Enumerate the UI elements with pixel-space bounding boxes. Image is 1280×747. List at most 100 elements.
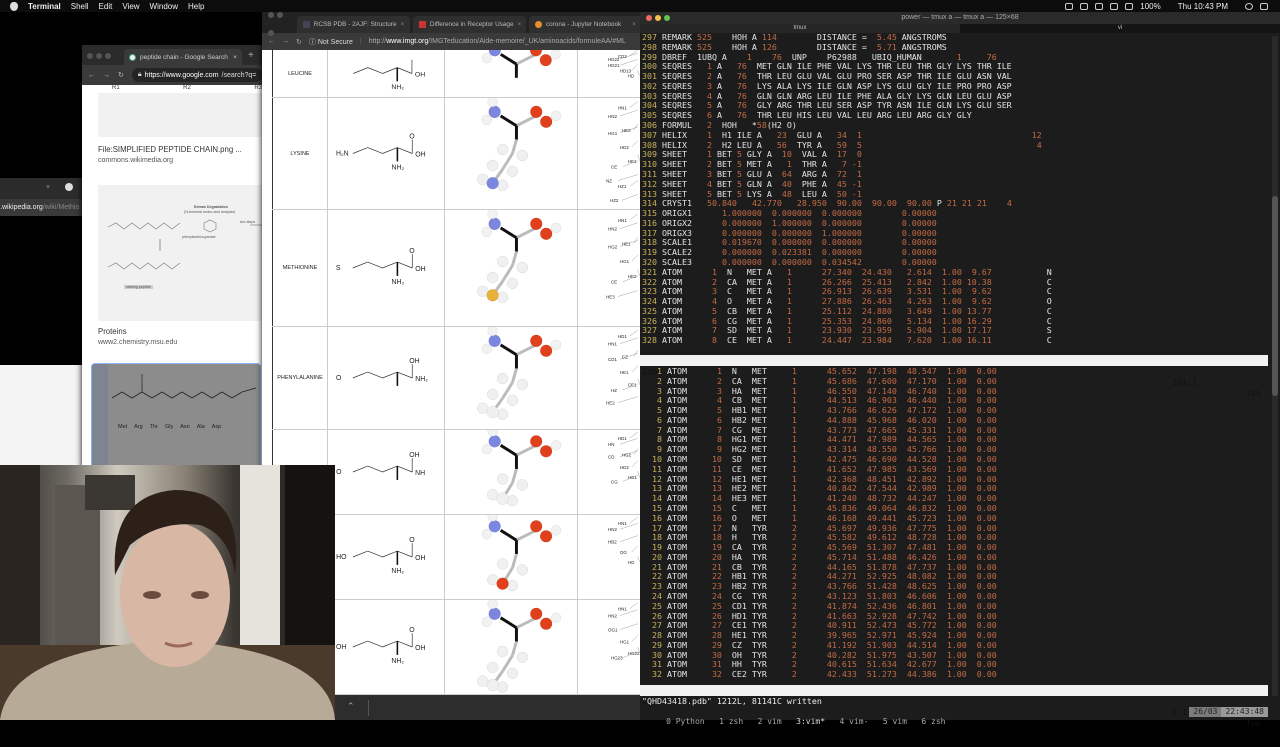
atom-label: CG xyxy=(611,479,618,484)
result-image-edman-degradation[interactable]: Edman Degradation (N-terminal amino acid… xyxy=(98,185,268,321)
tmux-window-5[interactable]: 5 vim xyxy=(878,717,917,726)
close-tab-icon[interactable]: × xyxy=(233,54,237,61)
menu-window[interactable]: Window xyxy=(150,2,178,11)
line-number: 314 xyxy=(642,198,657,209)
security-indicator[interactable]: ⓘ Not Secure xyxy=(309,37,353,47)
amino-acid-name: LYSINE xyxy=(272,98,328,209)
status-icon[interactable] xyxy=(1065,2,1074,10)
display-icon[interactable] xyxy=(1080,2,1089,10)
line-number: 325 xyxy=(642,305,657,316)
atom-label: O xyxy=(336,375,342,382)
line-number: 24 xyxy=(642,590,662,601)
close-tab-icon[interactable]: × xyxy=(46,184,50,191)
webcam-person-image xyxy=(0,465,335,720)
vim-message: "QHD43418.pdb" 1212L, 81141C written xyxy=(642,696,822,706)
atom-ball xyxy=(496,255,509,268)
tab-tmux[interactable]: tmux xyxy=(640,24,960,33)
result-image-peptide-sequence[interactable]: Met Arg Thr Gly Asn Ala Asp xyxy=(91,363,261,470)
atom-ball xyxy=(516,378,529,391)
menu-help[interactable]: Help xyxy=(188,2,204,11)
reload-icon[interactable]: ↻ xyxy=(118,71,124,79)
result-title[interactable]: Proteins xyxy=(98,327,268,336)
atom-label: CE1 xyxy=(628,383,637,388)
close-tab-icon[interactable]: × xyxy=(632,21,636,28)
atom-label: OH xyxy=(415,555,425,562)
tab-favicon[interactable] xyxy=(65,183,73,191)
menu-bar: Terminal Shell Edit View Window Help 100… xyxy=(0,0,1280,12)
zoom-window-icon[interactable] xyxy=(664,15,670,21)
code-line[interactable]: 32 ATOM 32 CE2 TYR 2 42.433 51.273 44.38… xyxy=(642,669,1270,680)
close-window-icon[interactable] xyxy=(646,15,652,21)
menu-view[interactable]: View xyxy=(122,2,139,11)
code-line[interactable]: 328 ATOM 8 CE MET A 1 24.447 23.984 7.62… xyxy=(642,335,1270,346)
wifi-icon[interactable] xyxy=(1110,2,1119,10)
scrollbar[interactable] xyxy=(1272,36,1278,696)
url-bar[interactable]: .wikipedia.org/wiki/Methio xyxy=(0,199,82,216)
forward-icon[interactable]: → xyxy=(282,38,289,45)
atom-label: HD21 xyxy=(608,63,620,68)
menu-shell[interactable]: Shell xyxy=(71,2,89,11)
reload-icon[interactable]: ↻ xyxy=(296,38,302,46)
atom-ball xyxy=(496,558,509,570)
line-number: 319 xyxy=(642,247,657,258)
atom-label: OH xyxy=(409,452,419,459)
url-bar[interactable]: http://www.imgt.org/IMGTeducation/Aide-m… xyxy=(369,38,626,45)
result-2[interactable]: Proteins www2.chemistry.msu.edu xyxy=(98,327,268,346)
tab-google-search[interactable]: peptide chain - Google Search × xyxy=(124,49,242,65)
atom-label: HB2 xyxy=(608,540,617,545)
back-icon[interactable]: ← xyxy=(88,72,95,79)
vim-pane-top[interactable]: 297 REMARK 525 HOH A 114 DISTANCE = 5.45… xyxy=(642,33,1270,355)
close-tab-icon[interactable]: × xyxy=(401,21,405,28)
tmux-window-1[interactable]: 1 zsh xyxy=(714,717,753,726)
chevron-up-icon[interactable]: ⌃ xyxy=(347,701,355,712)
back-icon[interactable]: ← xyxy=(268,38,275,45)
forward-icon[interactable]: → xyxy=(103,72,110,79)
tmux-window-4[interactable]: 4 vim- xyxy=(835,717,878,726)
menu-app-terminal[interactable]: Terminal xyxy=(28,2,61,11)
menu-edit[interactable]: Edit xyxy=(99,2,113,11)
tmux-window-3[interactable]: 3:vim* xyxy=(791,717,834,726)
window-controls[interactable] xyxy=(87,46,114,64)
tab-jupyter[interactable]: corona - Jupyter Notebook × xyxy=(528,16,642,33)
line-number: 326 xyxy=(642,315,657,326)
notification-center-icon[interactable] xyxy=(1260,2,1268,10)
atom-label: HN1 xyxy=(618,106,627,111)
atom-label: O xyxy=(336,469,342,476)
atom-label: O xyxy=(409,627,415,634)
spotlight-search-icon[interactable] xyxy=(1245,2,1253,10)
close-tab-icon[interactable]: × xyxy=(518,21,522,28)
tmux-window-6[interactable]: 6 zsh xyxy=(917,717,956,726)
ball-and-stick-model xyxy=(445,50,578,97)
vim-pane-bottom[interactable]: 1 ATOM 1 N MET 1 45.652 47.198 48.547 1.… xyxy=(642,367,1270,685)
tab-title: Difference in Receptor Usage xyxy=(429,21,514,28)
window-controls[interactable] xyxy=(646,15,670,21)
image-heading: Edman Degradation xyxy=(194,205,228,209)
bond xyxy=(353,67,369,74)
structural-formula: O OH NH xyxy=(328,430,445,514)
atom-ball xyxy=(486,177,499,190)
tab-vi[interactable]: vi xyxy=(960,24,1280,33)
result-1[interactable]: File:SIMPLIFIED PEPTIDE CHAIN.png ... co… xyxy=(98,145,268,164)
bluetooth-icon[interactable] xyxy=(1095,2,1104,10)
atom-label: HN1 xyxy=(618,218,627,223)
apple-icon[interactable] xyxy=(10,1,18,11)
clock[interactable]: Thu 10:43 PM xyxy=(1178,2,1228,11)
bond xyxy=(633,350,638,357)
result-image-simplified-peptide[interactable] xyxy=(98,93,268,137)
url-bar[interactable]: 🔒︎ https://www.google.com/search?q= xyxy=(131,68,263,82)
volume-icon[interactable] xyxy=(1125,2,1134,10)
scrollbar-thumb[interactable] xyxy=(1272,196,1278,396)
tmux-window-0[interactable]: 0 Python xyxy=(661,717,714,726)
atom-ball xyxy=(496,291,509,303)
tmux-window-2[interactable]: 2 vim xyxy=(753,717,792,726)
battery-label[interactable]: 100% xyxy=(1140,2,1160,11)
atom-ball xyxy=(496,492,509,505)
new-tab-button[interactable]: + xyxy=(248,50,254,61)
tab-receptor-usage[interactable]: Difference in Receptor Usage × xyxy=(412,16,526,33)
bond xyxy=(629,213,638,221)
tab-rcsb-pdb[interactable]: RCSB PDB - 2AJF: Structure × xyxy=(296,16,410,33)
minimize-window-icon[interactable] xyxy=(655,15,661,21)
result-title[interactable]: File:SIMPLIFIED PEPTIDE CHAIN.png ... xyxy=(98,145,268,154)
url-host: https://www.google.com xyxy=(144,71,219,79)
lock-icon: 🔒︎ xyxy=(137,71,142,78)
